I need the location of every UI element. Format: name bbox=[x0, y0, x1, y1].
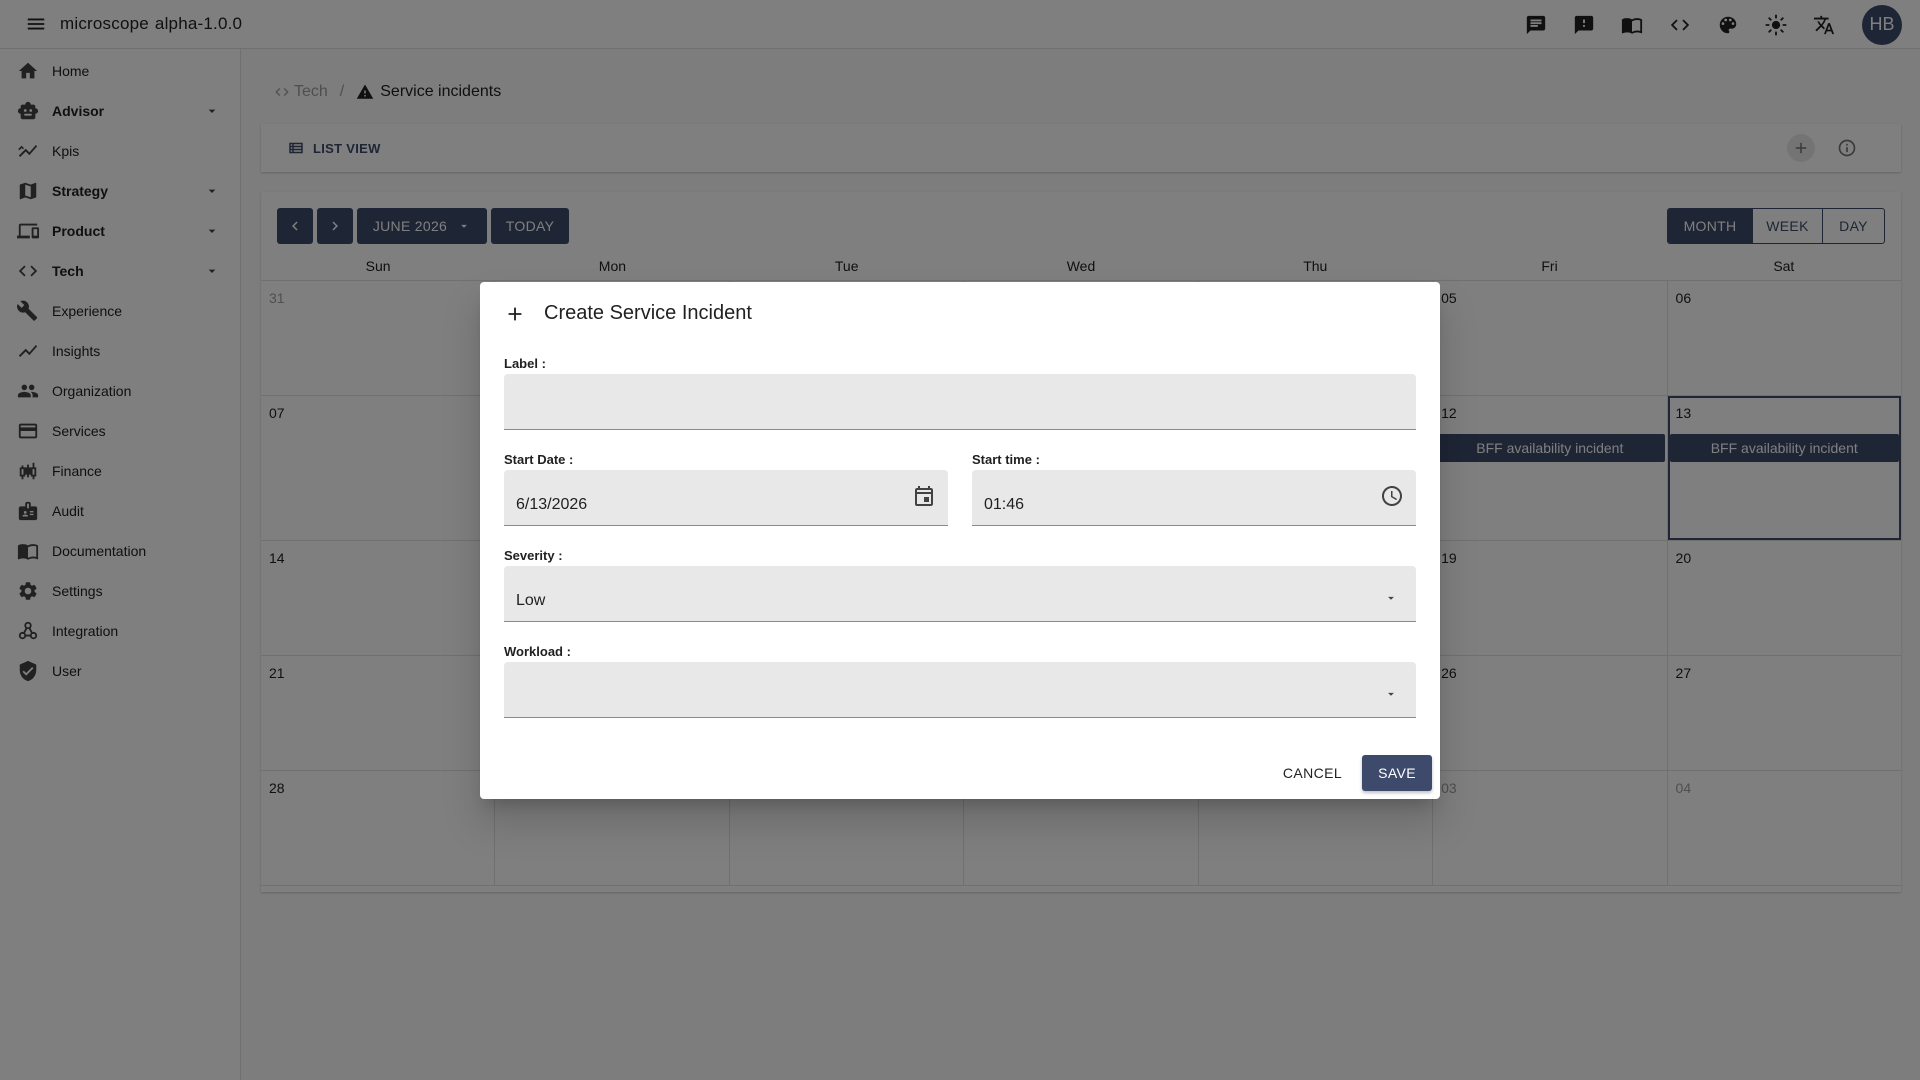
plus-icon bbox=[504, 303, 526, 325]
start-time-value: 01:46 bbox=[984, 496, 1025, 513]
cancel-button[interactable]: CANCEL bbox=[1271, 755, 1354, 791]
chevron-down-icon bbox=[1384, 687, 1398, 701]
dialog-title: Create Service Incident bbox=[504, 302, 752, 325]
clock-icon[interactable] bbox=[1380, 484, 1404, 508]
start-date-value: 6/13/2026 bbox=[516, 496, 588, 513]
calendar-icon[interactable] bbox=[912, 484, 936, 508]
severity-value: Low bbox=[516, 592, 546, 609]
label-field-label: Label : bbox=[504, 356, 546, 371]
dialog-title-text: Create Service Incident bbox=[544, 302, 752, 324]
create-incident-dialog: Create Service Incident Label : Start Da… bbox=[480, 282, 1440, 799]
severity-label: Severity : bbox=[504, 548, 563, 563]
workload-select[interactable] bbox=[504, 662, 1416, 718]
chevron-down-icon bbox=[1384, 591, 1398, 605]
workload-label: Workload : bbox=[504, 644, 571, 659]
save-button[interactable]: SAVE bbox=[1362, 755, 1432, 791]
start-time-input[interactable]: 01:46 bbox=[972, 470, 1416, 526]
dialog-actions: CANCEL SAVE bbox=[1271, 755, 1432, 791]
severity-select[interactable]: Low bbox=[504, 566, 1416, 622]
start-time-label: Start time : bbox=[972, 452, 1040, 467]
label-input[interactable] bbox=[504, 374, 1416, 430]
start-date-input[interactable]: 6/13/2026 bbox=[504, 470, 948, 526]
start-date-label: Start Date : bbox=[504, 452, 574, 467]
